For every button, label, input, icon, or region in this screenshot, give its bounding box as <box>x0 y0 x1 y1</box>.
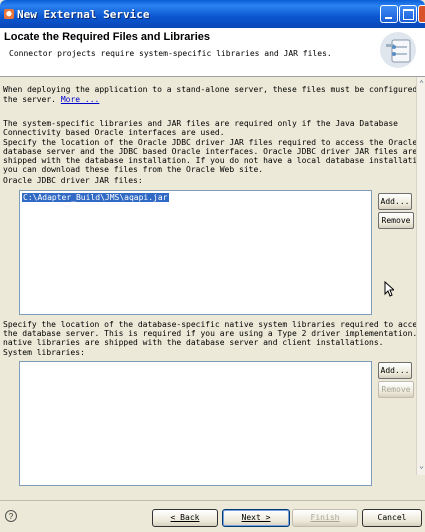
system-libraries-list[interactable] <box>19 361 372 486</box>
jdbc-files-list[interactable]: C:\Adapter_Build\JMS\aqapi.jar <box>19 190 372 315</box>
minimize-button[interactable] <box>380 5 398 23</box>
system-libraries-label: System libraries: <box>3 348 85 357</box>
remove-system-button[interactable]: Remove <box>378 381 414 398</box>
wizard-header: Locate the Required Files and Libraries … <box>0 28 425 77</box>
title-bar: ● New External Service <box>0 0 425 28</box>
finish-button-label: Finish <box>310 513 340 522</box>
page-description: Connector projects require system-specif… <box>9 49 332 58</box>
add-jdbc-button[interactable]: Add... <box>378 193 412 210</box>
library-banner-icon <box>380 32 416 68</box>
maximize-button[interactable] <box>399 5 417 23</box>
finish-button[interactable]: Finish <box>292 509 358 527</box>
intro-text-line2: the server. More ... <box>3 95 99 105</box>
next-button-label: Next > <box>241 513 271 522</box>
scroll-down-icon[interactable]: ⌄ <box>417 461 425 471</box>
spec-text-line4: you can download these files from the Or… <box>3 165 264 174</box>
intro-text-line1: When deploying the application to a stan… <box>3 85 425 94</box>
back-button-label: < Back <box>170 513 200 522</box>
remove-jdbc-button[interactable]: Remove <box>378 212 414 229</box>
page-title: Locate the Required Files and Libraries <box>4 31 210 43</box>
list-item[interactable]: C:\Adapter_Build\JMS\aqapi.jar <box>22 193 169 202</box>
mouse-cursor-icon <box>384 281 394 297</box>
more-link[interactable]: More ... <box>61 95 100 104</box>
window-title: New External Service <box>17 8 150 21</box>
next-button[interactable]: Next > <box>222 509 290 527</box>
scroll-up-icon[interactable]: ⌃ <box>417 79 425 89</box>
intro-text-prefix: the server. <box>3 95 56 104</box>
wizard-footer: ? < Back Next > Finish Cancel <box>0 500 425 532</box>
help-icon[interactable]: ? <box>5 510 17 522</box>
jdbc-files-label: Oracle JDBC driver JAR files: <box>3 176 143 185</box>
native-text-line3: native libraries are shipped with the da… <box>3 338 384 347</box>
back-button[interactable]: < Back <box>152 509 218 527</box>
info-text-line2: Connectivity based Oracle interfaces are… <box>3 128 225 137</box>
eclipse-icon: ● <box>4 9 14 19</box>
add-system-button[interactable]: Add... <box>378 362 412 379</box>
vertical-scrollbar[interactable]: ⌃ ⌄ <box>416 77 425 475</box>
close-button[interactable] <box>418 5 425 23</box>
cancel-button[interactable]: Cancel <box>362 509 422 527</box>
wizard-content: When deploying the application to a stan… <box>0 77 425 486</box>
